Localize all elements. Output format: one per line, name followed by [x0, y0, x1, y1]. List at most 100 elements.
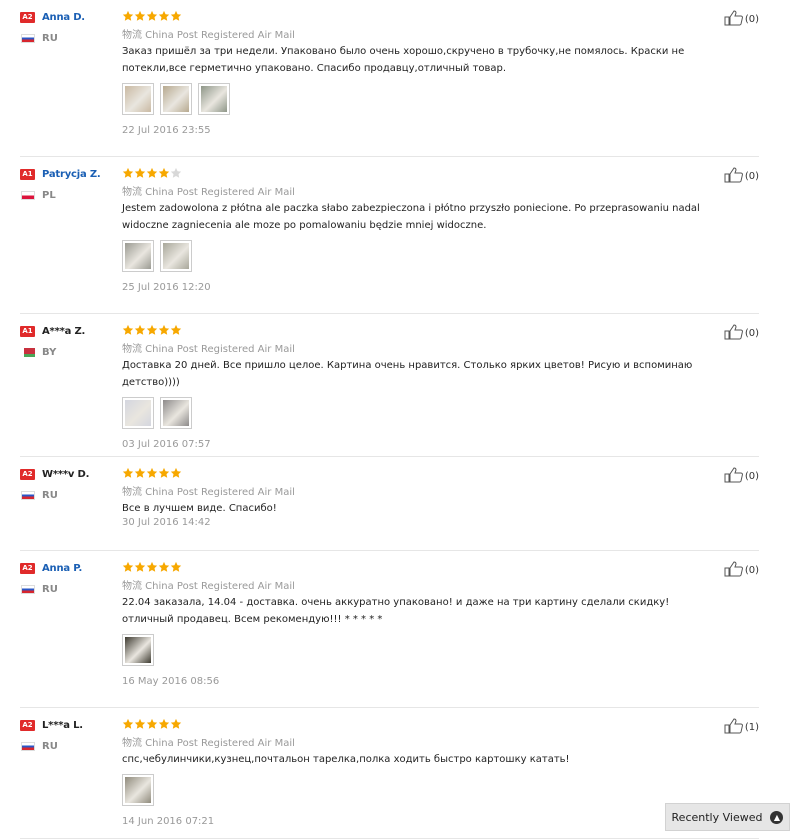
review-image-thumbnail[interactable] [122, 634, 154, 666]
shipping-method: 物流 China Post Registered Air Mail [122, 581, 295, 592]
recently-viewed-label: Recently Viewed [671, 810, 763, 824]
rating-star-icon [158, 10, 170, 22]
review-content: 物流 China Post Registered Air Mail Достав… [122, 324, 722, 450]
helpful-count: (0) [744, 14, 759, 25]
reviewer-name[interactable]: Patrycja Z. [42, 169, 101, 180]
rating-star-icon [170, 324, 182, 336]
reviewer-name[interactable]: Anna D. [42, 12, 85, 23]
rating-star-icon [122, 324, 134, 336]
review-text: Все в лучшем виде. Спасибо! [122, 503, 277, 514]
reviewer-country: RU [42, 489, 58, 501]
review-item: A2 Anna P. RU 物流 China Post Registered A… [20, 561, 759, 708]
reviewer-info: A1 A***a Z. BY [20, 324, 120, 358]
rating-star-icon [158, 167, 170, 179]
helpful-button[interactable]: (1) [724, 718, 759, 737]
country-flag-icon [21, 584, 35, 594]
reviewer-name[interactable]: Anna P. [42, 563, 82, 574]
rating-star-icon [122, 718, 134, 730]
reviewer-info: A2 L***a L. RU [20, 718, 120, 752]
review-images [122, 240, 722, 272]
rating-star-icon [134, 167, 146, 179]
reviewer-country: BY [42, 346, 57, 358]
rating-star-icon [134, 561, 146, 573]
review-date: 16 May 2016 08:56 [122, 676, 220, 687]
review-image-thumbnail[interactable] [122, 774, 154, 806]
country-flag-icon [21, 190, 35, 200]
rating-star-icon [134, 10, 146, 22]
helpful-button[interactable]: (0) [724, 324, 759, 343]
review-item: A1 A***a Z. BY 物流 China Post Registered … [20, 324, 759, 457]
helpful-count: (0) [744, 328, 759, 339]
thumbs-up-icon [724, 324, 745, 343]
review-text: Jestem zadowolona z płótna ale paczka sł… [122, 203, 700, 231]
buyer-level-badge: A1 [20, 325, 35, 337]
reviewer-country: PL [42, 189, 56, 201]
review-content: 物流 China Post Registered Air Mail Все в … [122, 467, 722, 528]
shipping-method: 物流 China Post Registered Air Mail [122, 187, 295, 198]
reviewer-info: A1 Patrycja Z. PL [20, 167, 120, 201]
helpful-count: (1) [744, 722, 759, 733]
rating-star-icon [134, 467, 146, 479]
star-rating [122, 10, 722, 22]
thumbs-up-icon [724, 167, 745, 186]
rating-star-icon [122, 561, 134, 573]
rating-star-icon [134, 718, 146, 730]
star-rating [122, 467, 722, 479]
shipping-method: 物流 China Post Registered Air Mail [122, 344, 295, 355]
review-image-thumbnail[interactable] [198, 83, 230, 115]
reviewer-country: RU [42, 740, 58, 752]
review-content: 物流 China Post Registered Air Mail 22.04 … [122, 561, 722, 687]
star-rating [122, 324, 722, 336]
review-text: 22.04 заказала, 14.04 - доставка. очень … [122, 597, 670, 625]
review-date: 14 Jun 2016 07:21 [122, 816, 215, 827]
reviewer-name: A***a Z. [42, 325, 86, 337]
star-rating [122, 718, 722, 730]
reviewer-country: RU [42, 32, 58, 44]
rating-star-icon [122, 467, 134, 479]
review-images [122, 774, 722, 806]
reviewer-country: RU [42, 583, 58, 595]
review-text: Заказ пришёл за три недели. Упаковано бы… [122, 46, 685, 74]
helpful-button[interactable]: (0) [724, 467, 759, 486]
review-image-thumbnail[interactable] [160, 240, 192, 272]
review-image-thumbnail[interactable] [122, 240, 154, 272]
reviewer-info: A2 Anna D. RU [20, 10, 120, 44]
buyer-level-badge: A2 [20, 719, 35, 731]
thumbs-up-icon [724, 718, 745, 737]
rating-star-icon [146, 718, 158, 730]
reviewer-info: A2 Anna P. RU [20, 561, 120, 595]
rating-star-icon [158, 718, 170, 730]
review-images [122, 397, 722, 429]
recently-viewed-button[interactable]: Recently Viewed ▲ [665, 803, 790, 831]
rating-star-icon [122, 10, 134, 22]
country-flag-icon [21, 33, 35, 43]
country-flag-icon [21, 490, 35, 500]
rating-star-icon [158, 324, 170, 336]
review-image-thumbnail[interactable] [160, 397, 192, 429]
buyer-level-badge: A1 [20, 168, 35, 180]
rating-star-icon [170, 561, 182, 573]
helpful-button[interactable]: (0) [724, 167, 759, 186]
review-image-thumbnail[interactable] [160, 83, 192, 115]
rating-star-icon [134, 324, 146, 336]
review-date: 25 Jul 2016 12:20 [122, 282, 211, 293]
thumbs-up-icon [724, 10, 745, 29]
helpful-button[interactable]: (0) [724, 10, 759, 29]
rating-star-icon [158, 467, 170, 479]
helpful-button[interactable]: (0) [724, 561, 759, 580]
rating-star-icon [146, 467, 158, 479]
review-item: A2 W***v D. RU 物流 China Post Registered … [20, 467, 759, 551]
rating-star-icon [158, 561, 170, 573]
review-image-thumbnail[interactable] [122, 83, 154, 115]
review-image-thumbnail[interactable] [122, 397, 154, 429]
rating-star-icon [170, 167, 182, 179]
rating-star-icon [122, 167, 134, 179]
rating-star-icon [146, 324, 158, 336]
rating-star-icon [170, 10, 182, 22]
shipping-method: 物流 China Post Registered Air Mail [122, 738, 295, 749]
thumbs-up-icon [724, 467, 745, 486]
star-rating [122, 561, 722, 573]
review-content: 物流 China Post Registered Air Mail Jestem… [122, 167, 722, 293]
review-images [122, 83, 722, 115]
reviewer-info: A2 W***v D. RU [20, 467, 120, 501]
